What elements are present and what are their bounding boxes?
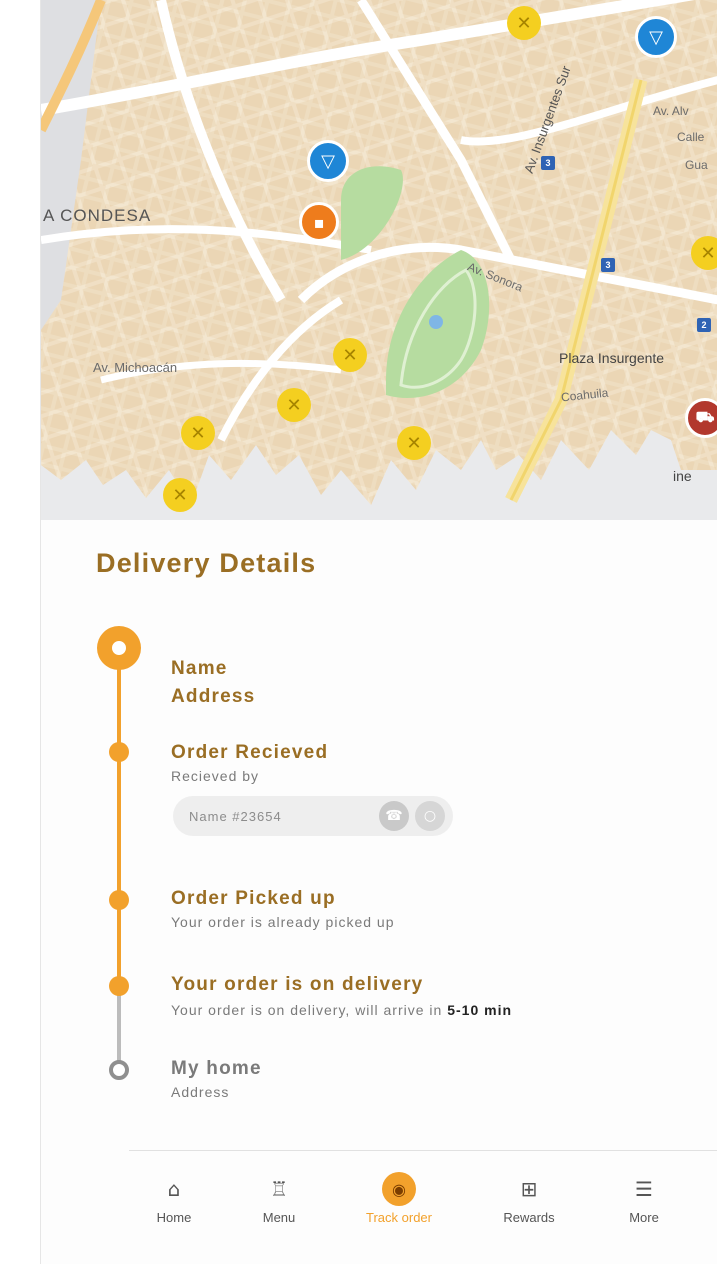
bar-pin-icon[interactable]: ▽	[307, 140, 349, 182]
step-subtitle-order-picked-up: Your order is already picked up	[171, 914, 395, 930]
timeline-progress-line	[117, 660, 121, 990]
destination-dot	[109, 1060, 129, 1080]
timeline-dot	[109, 890, 129, 910]
cafe-pin-icon[interactable]: ▪	[299, 202, 339, 242]
bar-pin-icon[interactable]: ▽	[635, 16, 677, 58]
timeline-remaining-line	[117, 988, 121, 1070]
origin-address: Address	[171, 686, 256, 707]
restaurant-pin-icon[interactable]: ✕	[333, 338, 367, 372]
nav-item-menu[interactable]: ♖ Menu	[234, 1172, 324, 1225]
step-title-on-delivery: Your order is on delivery	[171, 974, 424, 995]
eta-value: 5-10 min	[447, 1002, 513, 1018]
hamburger-icon: ☰	[635, 1177, 653, 1201]
message-button[interactable]: ○	[415, 801, 445, 831]
map-canvas	[41, 0, 717, 520]
timeline-dot	[109, 742, 129, 762]
eta-text: Your order is on delivery, will arrive i…	[171, 1002, 448, 1018]
track-order-icon-wrap: ◉	[354, 1172, 444, 1206]
restaurant-pin-icon[interactable]: ✕	[397, 426, 431, 460]
step-title-order-picked-up: Order Picked up	[171, 888, 336, 909]
step-title-my-home: My home	[171, 1058, 262, 1079]
nav-label-home: Home	[156, 1210, 192, 1225]
nav-label-rewards: Rewards	[503, 1210, 555, 1225]
courier-contact-pill: Name #23654 ☎ ○	[173, 796, 453, 836]
delivery-map[interactable]: A CONDESA Av. Michoacán Av. Sonora Av. I…	[41, 0, 717, 520]
step-subtitle-on-delivery: Your order is on delivery, will arrive i…	[171, 1002, 512, 1018]
map-label-condesa: A CONDESA	[43, 206, 152, 225]
phone-call-button[interactable]: ☎	[379, 801, 409, 831]
shop-pin-icon[interactable]: ⛟	[685, 398, 717, 438]
step-title-order-received: Order Recieved	[171, 742, 329, 763]
bottom-nav: ⌂ Home ♖ Menu ◉ Track order ⊞ Rewards ☰ …	[129, 1160, 689, 1250]
nav-item-more[interactable]: ☰ More	[599, 1172, 689, 1225]
delivery-details-title: Delivery Details	[96, 548, 317, 578]
origin-name: Name	[171, 658, 228, 679]
step-subtitle-my-home: Address	[171, 1084, 230, 1100]
map-label-ine: ine	[673, 468, 692, 484]
step-subtitle-order-received: Recieved by	[171, 768, 260, 784]
restaurant-pin-icon[interactable]: ✕	[691, 236, 717, 270]
map-label-gua: Gua	[685, 158, 708, 172]
map-label-plaza: Plaza Insurgente	[559, 350, 665, 366]
courier-name: Name #23654	[189, 808, 282, 824]
menu-cup-icon: ♖	[270, 1177, 288, 1201]
track-order-icon: ◉	[382, 1172, 416, 1206]
restaurant-pin-icon[interactable]: ✕	[507, 6, 541, 40]
metro-badge: 3	[601, 258, 615, 272]
nav-label-menu: Menu	[262, 1210, 296, 1225]
gift-icon: ⊞	[520, 1177, 538, 1201]
nav-label-track-order: Track order	[366, 1210, 432, 1225]
nav-item-home[interactable]: ⌂ Home	[129, 1172, 219, 1225]
map-label-av-alv: Av. Alv	[653, 104, 689, 118]
restaurant-pin-icon[interactable]: ✕	[163, 478, 197, 512]
app-screen: A CONDESA Av. Michoacán Av. Sonora Av. I…	[40, 0, 717, 1264]
timeline-dot	[109, 976, 129, 996]
restaurant-pin-icon[interactable]: ✕	[181, 416, 215, 450]
location-pin-icon	[97, 626, 141, 670]
nav-divider	[129, 1150, 717, 1151]
restaurant-pin-icon[interactable]: ✕	[277, 388, 311, 422]
nav-label-more: More	[629, 1210, 659, 1225]
nav-item-rewards[interactable]: ⊞ Rewards	[484, 1172, 574, 1225]
metro-badge: 3	[541, 156, 555, 170]
map-label-michoacan: Av. Michoacán	[93, 360, 178, 375]
nav-item-track-order[interactable]: ◉ Track order	[354, 1172, 444, 1225]
home-icon: ⌂	[167, 1177, 181, 1201]
metro-badge: 2	[697, 318, 711, 332]
map-label-calle: Calle	[677, 130, 705, 144]
